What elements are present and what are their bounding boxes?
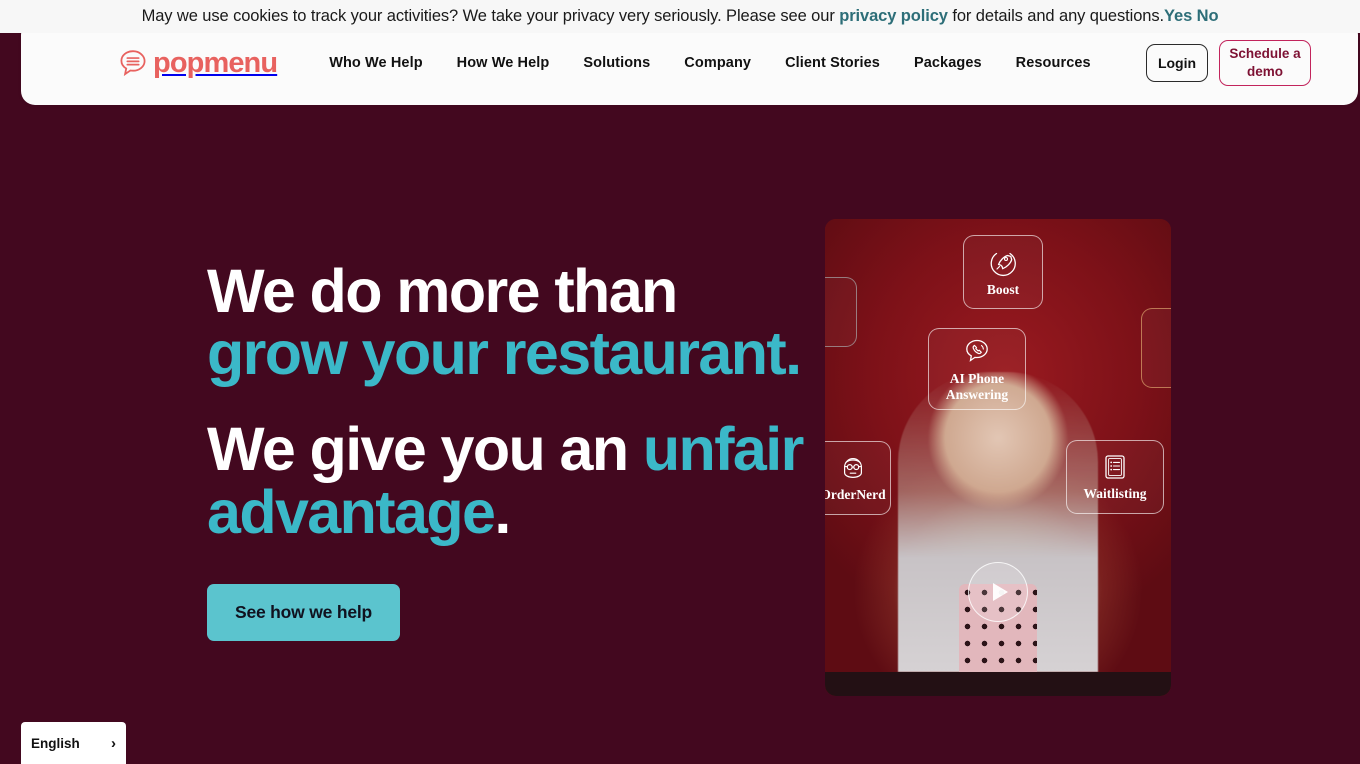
cookie-consent-banner: May we use cookies to track your activit… <box>0 0 1360 33</box>
rocket-icon <box>988 247 1018 277</box>
feature-card-label: AI Phone Answering <box>945 370 1009 402</box>
privacy-policy-link[interactable]: privacy policy <box>839 7 948 25</box>
language-selector-label: English <box>31 735 80 751</box>
feature-card-boost[interactable]: Boost <box>963 235 1043 309</box>
checklist-icon <box>1102 453 1128 481</box>
feature-card-label: Boost <box>986 281 1020 297</box>
feature-card-cutoff-left[interactable] <box>825 277 857 347</box>
headline-text-plain-1: We do more than <box>207 257 678 325</box>
nav-item-who-we-help[interactable]: Who We Help <box>312 45 439 81</box>
feature-card-cutoff-right[interactable] <box>1141 308 1171 388</box>
popmenu-logo[interactable]: popmenu <box>118 46 278 79</box>
play-button[interactable] <box>968 562 1028 622</box>
headline-text-plain-2: We give you an <box>207 415 643 484</box>
hero-copy: We do more than grow your restaurant. We… <box>207 260 807 543</box>
headline-period-2: . <box>494 477 511 546</box>
cookie-text-before: May we use cookies to track your activit… <box>141 7 840 25</box>
video-letterbox-bar <box>825 672 1171 696</box>
header-actions: Login Schedule a demo <box>1146 40 1311 86</box>
phone-bubble-icon <box>962 336 992 366</box>
site-header: popmenu Who We Help How We Help Solution… <box>21 21 1358 105</box>
nav-item-packages[interactable]: Packages <box>897 45 999 81</box>
cookie-text-after: for details and any questions. <box>947 7 1164 25</box>
hero-headline-line-1: We do more than grow your restaurant. <box>207 260 807 384</box>
headline-period-1: . <box>785 319 802 388</box>
schedule-demo-button[interactable]: Schedule a demo <box>1219 40 1311 86</box>
feature-card-ordernerd[interactable]: OrderNerd <box>825 441 891 515</box>
language-selector[interactable]: English › <box>21 722 126 764</box>
feature-card-label: Waitlisting <box>1083 485 1147 501</box>
hero-section: We do more than grow your restaurant. We… <box>0 105 1360 764</box>
cookie-decline-no-button[interactable]: No <box>1197 7 1219 25</box>
login-button[interactable]: Login <box>1146 44 1208 82</box>
nav-item-resources[interactable]: Resources <box>999 45 1108 81</box>
feature-card-label: OrderNerd <box>825 486 886 502</box>
feature-card-waitlisting[interactable]: Waitlisting <box>1066 440 1164 514</box>
logo-wordmark: popmenu <box>153 46 278 79</box>
speech-bubble-icon <box>118 48 148 78</box>
nav-item-solutions[interactable]: Solutions <box>566 45 667 81</box>
cookie-accept-yes-button[interactable]: Yes <box>1164 7 1192 25</box>
chevron-right-icon: › <box>111 734 116 752</box>
nerd-face-icon <box>839 454 867 482</box>
hero-video-player[interactable]: Boost AI Phone Answering OrderNerd Waitl… <box>825 219 1171 696</box>
nav-item-how-we-help[interactable]: How We Help <box>440 45 567 81</box>
play-triangle-icon <box>992 583 1008 601</box>
hero-headline-line-2: We give you an unfair advantage. <box>207 415 807 543</box>
headline-text-highlight-1: grow your restaurant <box>207 319 787 388</box>
see-how-we-help-button[interactable]: See how we help <box>207 584 400 641</box>
nav-item-client-stories[interactable]: Client Stories <box>768 45 897 81</box>
feature-card-ai-phone-answering[interactable]: AI Phone Answering <box>928 328 1026 410</box>
cookie-banner-text: May we use cookies to track your activit… <box>142 7 1219 26</box>
nav-item-company[interactable]: Company <box>667 45 768 81</box>
main-navigation: Who We Help How We Help Solutions Compan… <box>312 45 1108 81</box>
